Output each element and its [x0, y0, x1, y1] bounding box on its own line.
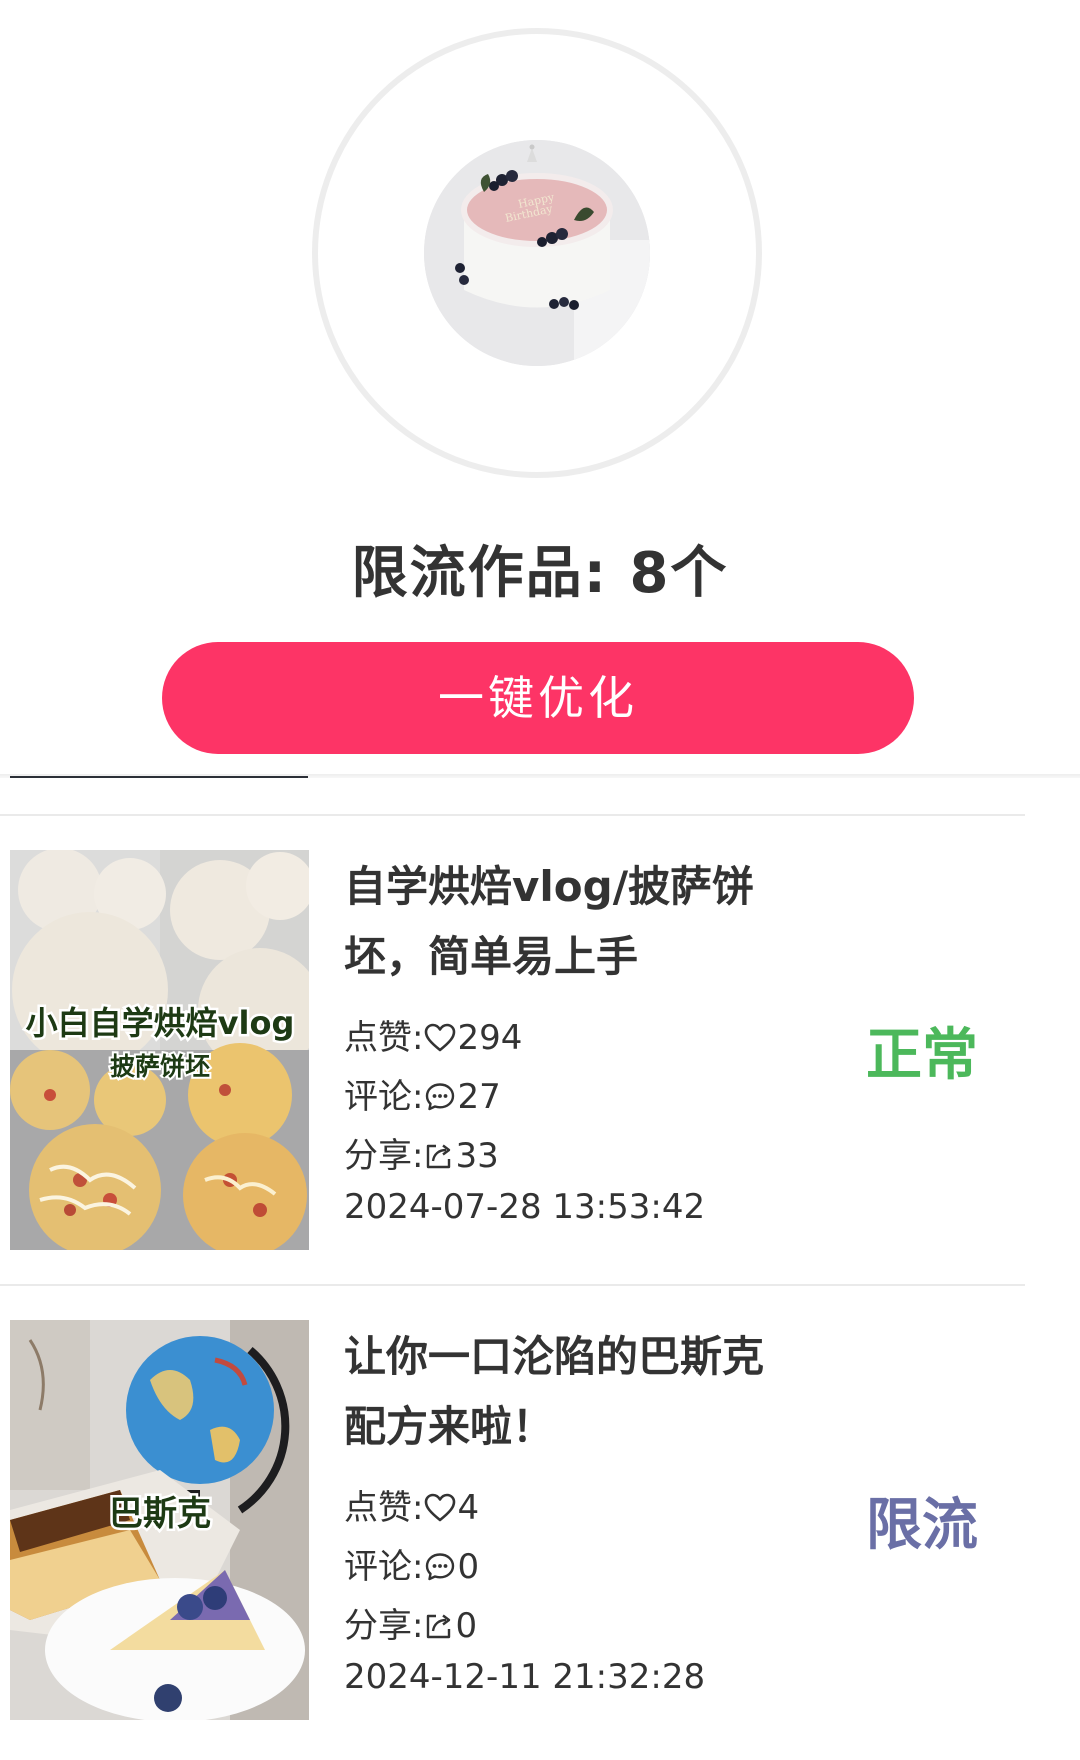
- share-value: 33: [455, 1136, 499, 1176]
- like-value: 294: [457, 1018, 523, 1058]
- share-value: 0: [455, 1606, 478, 1646]
- post-thumbnail[interactable]: 小白自学烘焙vlog 披萨饼坯: [10, 850, 309, 1250]
- post-title-line: 自学烘焙vlog/披萨饼: [344, 862, 755, 911]
- comment-label: 评论:: [344, 1077, 424, 1117]
- share-icon: [424, 1140, 454, 1180]
- status-badge: 正常: [866, 1023, 978, 1088]
- post-item[interactable]: 巴斯克 让你一口沦陷的巴斯克 配方来啦！ 点赞: 4 评论: 0 分享: 0 2024…: [0, 1320, 1080, 1720]
- scrolled-thumbnail-edge: [10, 776, 308, 778]
- post-date: 2024-12-11 21:32:28: [344, 1657, 706, 1697]
- post-title[interactable]: 自学烘焙vlog/披萨饼 坯，简单易上手: [344, 852, 814, 992]
- like-label: 点赞:: [344, 1488, 424, 1528]
- comment-count: 评论: 0: [344, 1539, 479, 1591]
- thumbnail-caption: 巴斯克: [109, 1494, 211, 1534]
- post-title-line: 让你一口沦陷的巴斯克: [344, 1332, 765, 1381]
- heart-icon: [424, 1022, 456, 1062]
- avatar[interactable]: Happy Birthday: [424, 140, 650, 366]
- comment-count: 评论: 27: [344, 1069, 501, 1121]
- like-label: 点赞:: [344, 1018, 424, 1058]
- comment-bubble-icon: [424, 1551, 456, 1591]
- share-count: 分享: 0: [344, 1598, 477, 1650]
- post-title-line: 配方来啦！: [344, 1402, 555, 1451]
- limited-count-title: 限流作品: 8个: [351, 541, 729, 606]
- list-divider: [0, 814, 1025, 816]
- share-label: 分享:: [344, 1136, 424, 1176]
- heart-icon: [424, 1492, 456, 1532]
- post-item[interactable]: 小白自学烘焙vlog 披萨饼坯 自学烘焙vlog/披萨饼 坯，简单易上手 点赞:…: [0, 850, 1080, 1250]
- like-count: 点赞: 4: [344, 1480, 479, 1532]
- one-click-optimize-button[interactable]: 一键优化: [162, 642, 914, 754]
- post-title-line: 坯，简单易上手: [344, 932, 639, 981]
- comment-label: 评论:: [344, 1547, 424, 1587]
- cake-photo: Happy Birthday: [424, 140, 650, 366]
- list-divider: [0, 1284, 1025, 1286]
- thumbnail-caption: 小白自学烘焙vlog: [26, 1004, 295, 1042]
- comment-bubble-icon: [424, 1081, 456, 1121]
- post-title[interactable]: 让你一口沦陷的巴斯克 配方来啦！: [344, 1322, 814, 1462]
- comment-value: 0: [457, 1547, 480, 1587]
- share-label: 分享:: [344, 1606, 424, 1646]
- share-icon: [424, 1610, 454, 1650]
- comment-value: 27: [457, 1077, 501, 1117]
- pizza-photo: 小白自学烘焙vlog 披萨饼坯: [10, 850, 309, 1250]
- basque-cheesecake-photo: 巴斯克: [10, 1320, 309, 1720]
- like-value: 4: [457, 1488, 480, 1528]
- post-date: 2024-07-28 13:53:42: [344, 1187, 706, 1227]
- post-thumbnail[interactable]: 巴斯克: [10, 1320, 309, 1720]
- share-count: 分享: 33: [344, 1128, 499, 1180]
- like-count: 点赞: 294: [344, 1010, 522, 1062]
- limited-posts-page: Happy Birthday 限流作品: 8个 一键优化 小白自学烘焙vlog …: [0, 0, 1080, 1760]
- status-badge: 限流: [866, 1493, 978, 1558]
- thumbnail-caption: 披萨饼坯: [110, 1052, 210, 1081]
